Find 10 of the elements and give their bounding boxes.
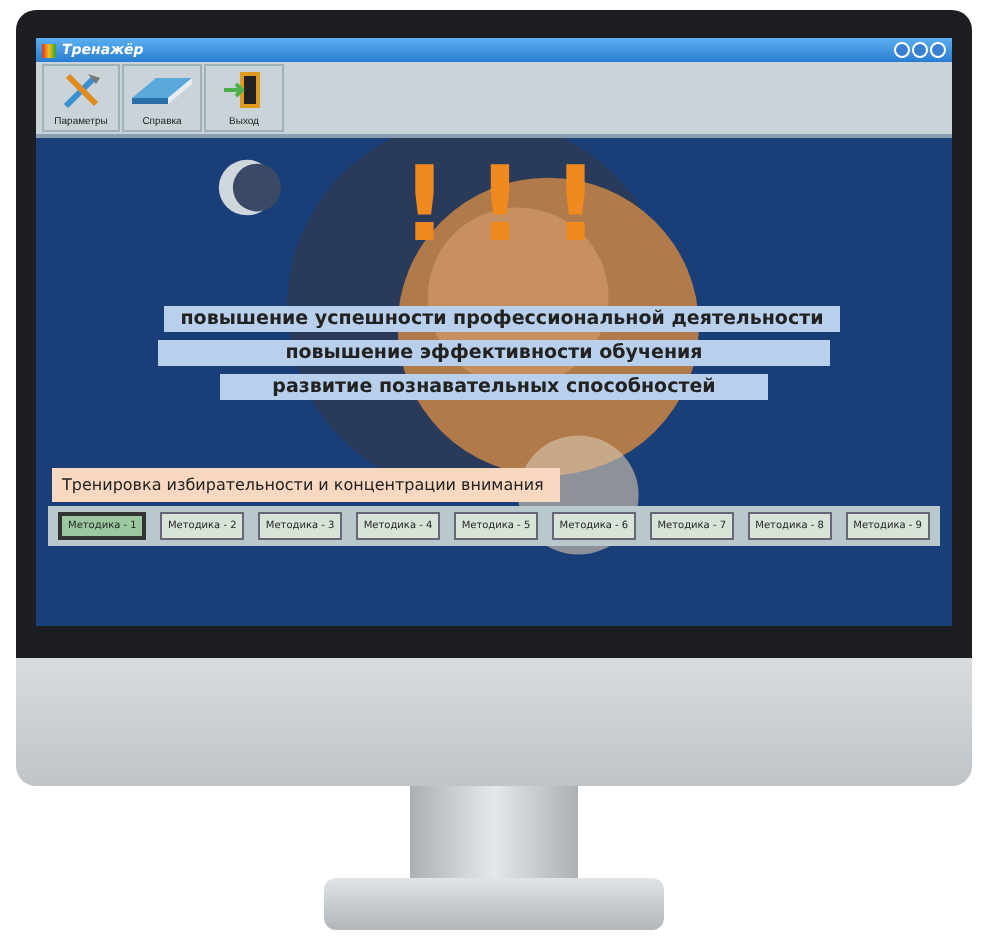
slogan-banner: развитие познавательных способностей	[220, 374, 768, 400]
minimize-icon[interactable]	[894, 42, 910, 58]
exit-door-icon	[222, 69, 266, 109]
slogan-banner: повышение эффективности обучения	[157, 340, 831, 366]
close-icon[interactable]	[930, 42, 946, 58]
tools-icon	[59, 69, 103, 109]
caption-banner: Тренировка избирательности и концентрации внимания	[52, 468, 560, 502]
slogan-banner: повышение успешности профессиональной деятельности	[164, 306, 840, 332]
app-icon	[42, 43, 56, 57]
maximize-icon[interactable]	[912, 42, 928, 58]
